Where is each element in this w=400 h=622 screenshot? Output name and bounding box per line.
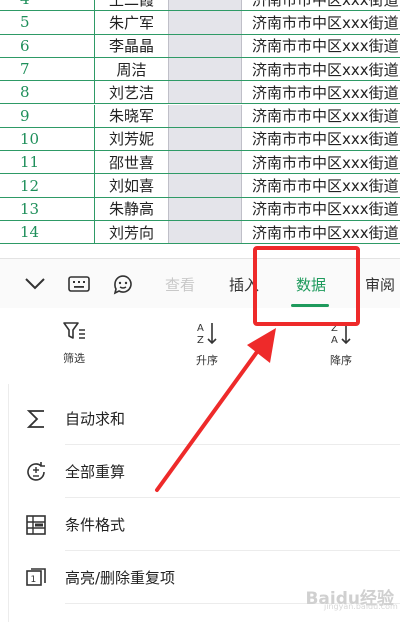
empty-cell[interactable] xyxy=(168,57,242,81)
empty-cell[interactable] xyxy=(168,11,242,34)
name-cell[interactable]: 王二霞 xyxy=(94,0,168,11)
table-row[interactable]: 9 朱晓军 济南市市中区xxx街道 xyxy=(0,104,400,128)
row-number-cell[interactable]: 5 xyxy=(0,11,94,33)
row-number-cell[interactable]: 12 xyxy=(0,174,94,196)
name-cell[interactable]: 邵世喜 xyxy=(94,151,168,174)
bottom-toolbar: 查看 插入 数据 审阅 xyxy=(0,258,400,308)
row-number-cell[interactable]: 11 xyxy=(0,151,94,173)
menu-item-conditional-format[interactable]: 条件格式 xyxy=(9,498,400,551)
empty-cell[interactable] xyxy=(168,104,242,127)
table-row[interactable]: 14 刘芳向 济南市市中区xxx街道 xyxy=(0,221,400,245)
name-cell[interactable]: 刘芳向 xyxy=(94,221,168,244)
table-row[interactable]: 7 周洁 济南市市中区xxx街道 xyxy=(0,57,400,82)
empty-cell[interactable] xyxy=(168,151,242,174)
address-cell[interactable]: 济南市市中区xxx街道 xyxy=(242,221,400,243)
row-number-cell[interactable]: 10 xyxy=(0,128,94,150)
name-cell[interactable]: 朱晓军 xyxy=(94,104,168,127)
address-cell[interactable]: 济南市市中区xxx街道 xyxy=(242,151,400,173)
table-row[interactable]: 5 朱广军 济南市市中区xxx街道 xyxy=(0,11,400,35)
address-cell[interactable]: 济南市市中区xxx街道 xyxy=(242,0,400,10)
active-tab-indicator xyxy=(291,304,329,307)
table-row[interactable]: 6 李晶晶 济南市市中区xxx街道 xyxy=(0,34,400,58)
name-cell[interactable]: 刘如喜 xyxy=(94,174,168,197)
sort-descending-button[interactable]: Z A 降序 xyxy=(301,320,381,368)
tab-review[interactable]: 审阅 xyxy=(360,259,400,309)
empty-cell[interactable] xyxy=(168,197,242,220)
tab-view[interactable]: 查看 xyxy=(160,259,200,309)
table-row[interactable]: 8 刘艺洁 济南市市中区xxx街道 xyxy=(0,81,400,105)
empty-cell[interactable] xyxy=(168,0,242,11)
sort-descending-icon: Z A xyxy=(331,323,351,346)
data-ribbon: 筛选 A Z 升序 Z A 降序 xyxy=(0,308,400,380)
table-row[interactable]: 11 邵世喜 济南市市中区xxx街道 xyxy=(0,151,400,175)
table-row[interactable]: 4王二霞 济南市市中区xxx街道 xyxy=(0,0,400,12)
name-cell[interactable]: 李晶晶 xyxy=(94,34,168,57)
watermark: Baidu经验 jingyan.baidu.com xyxy=(268,576,397,616)
watermark-url: jingyan.baidu.com xyxy=(324,602,398,611)
address-cell[interactable]: 济南市市中区xxx街道 xyxy=(242,11,400,33)
keyboard-icon[interactable] xyxy=(66,271,92,297)
filter-button[interactable]: 筛选 xyxy=(34,320,114,366)
empty-cell[interactable] xyxy=(168,127,242,151)
svg-text:A: A xyxy=(197,323,204,334)
row-number-cell[interactable]: 7 xyxy=(0,58,94,80)
recalculate-icon xyxy=(23,459,49,485)
tab-insert[interactable]: 插入 xyxy=(222,259,266,309)
spreadsheet-grid[interactable]: 4王二霞济南市市中区xxx街道5朱广军济南市市中区xxx街道6李晶晶济南市市中区… xyxy=(0,0,400,258)
svg-text:A: A xyxy=(331,335,338,346)
row-number-cell[interactable]: 9 xyxy=(0,105,94,127)
table-row[interactable]: 13 朱静高 济南市市中区xxx街道 xyxy=(0,197,400,221)
row-number-cell[interactable]: 8 xyxy=(0,81,94,103)
svg-text:Z: Z xyxy=(331,323,338,334)
table-row[interactable]: 10 刘芳妮 济南市市中区xxx街道 xyxy=(0,127,400,152)
menu-item-recalculate[interactable]: 全部重算 xyxy=(9,445,400,498)
address-cell[interactable]: 济南市市中区xxx街道 xyxy=(242,105,400,127)
address-cell[interactable]: 济南市市中区xxx街道 xyxy=(242,198,400,220)
sort-ascending-button[interactable]: A Z 升序 xyxy=(167,320,247,368)
row-number-cell[interactable]: 13 xyxy=(0,198,94,220)
svg-text:Z: Z xyxy=(197,335,204,346)
address-cell[interactable]: 济南市市中区xxx街道 xyxy=(242,81,400,103)
name-cell[interactable]: 刘艺洁 xyxy=(94,81,168,104)
svg-text:1: 1 xyxy=(31,575,37,585)
sigma-icon xyxy=(23,406,49,432)
sort-ascending-label: 升序 xyxy=(196,354,218,367)
address-cell[interactable]: 济南市市中区xxx街道 xyxy=(242,35,400,57)
conditional-format-icon xyxy=(23,512,49,538)
name-cell[interactable]: 朱静高 xyxy=(94,197,168,220)
empty-cell[interactable] xyxy=(168,174,242,197)
empty-cell[interactable] xyxy=(168,34,242,57)
address-cell[interactable]: 济南市市中区xxx街道 xyxy=(242,128,400,150)
address-cell[interactable]: 济南市市中区xxx街道 xyxy=(242,174,400,196)
sort-descending-label: 降序 xyxy=(330,354,352,367)
sort-ascending-icon: A Z xyxy=(197,323,217,346)
highlight-duplicates-icon: 1 xyxy=(23,565,49,591)
row-number-cell[interactable]: 14 xyxy=(0,221,94,243)
chevron-down-icon[interactable] xyxy=(22,271,48,297)
filter-icon xyxy=(63,322,85,339)
name-cell[interactable]: 周洁 xyxy=(94,57,168,81)
name-cell[interactable]: 刘芳妮 xyxy=(94,127,168,151)
address-cell[interactable]: 济南市市中区xxx街道 xyxy=(242,58,400,80)
name-cell[interactable]: 朱广军 xyxy=(94,11,168,34)
empty-cell[interactable] xyxy=(168,221,242,244)
menu-item-autosum[interactable]: 自动求和 xyxy=(9,392,400,445)
assistant-icon[interactable] xyxy=(110,271,136,297)
filter-label: 筛选 xyxy=(63,352,85,365)
tab-data[interactable]: 数据 xyxy=(288,259,334,309)
table-row[interactable]: 12 刘如喜 济南市市中区xxx街道 xyxy=(0,174,400,198)
empty-cell[interactable] xyxy=(168,81,242,104)
row-number-cell[interactable]: 6 xyxy=(0,35,94,57)
row-number-cell[interactable]: 4 xyxy=(0,0,94,10)
